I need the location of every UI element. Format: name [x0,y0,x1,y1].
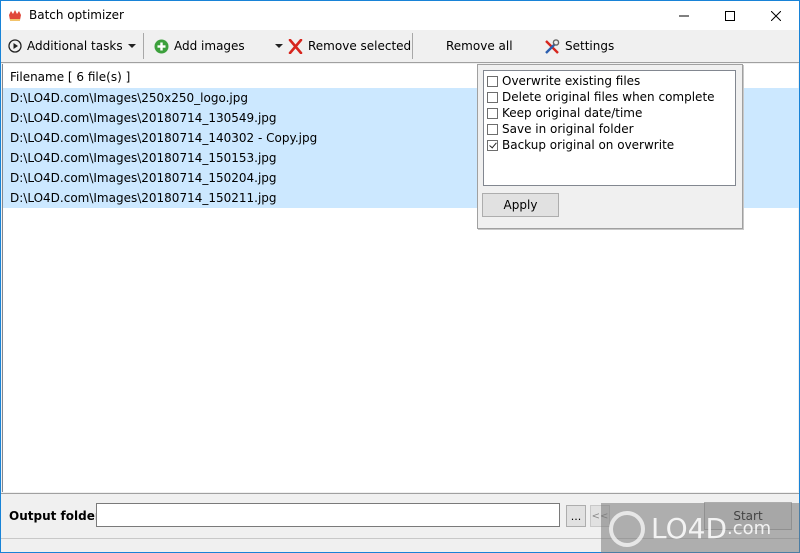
option-label: Delete original files when complete [502,90,715,104]
close-icon [771,10,781,21]
column-header-filename[interactable]: Filename [ 6 file(s) ] [10,70,130,84]
apply-button[interactable]: Apply [482,193,559,217]
browse-button[interactable]: ... [566,505,586,527]
checkbox[interactable] [487,107,498,119]
app-window: Batch optimizer Additional tasks Add ima… [0,0,800,553]
output-folder-label: Output folder: [9,509,106,523]
toolbar: Additional tasks Add images Remove selec… [1,30,799,63]
minimize-icon [679,15,689,16]
remove-x-icon [288,38,303,54]
app-icon [8,9,22,22]
remove-selected-button[interactable]: Remove selected [288,34,411,58]
output-folder-input[interactable] [96,503,560,527]
settings-button[interactable]: Settings [544,34,614,58]
watermark-text: LO4D [651,512,728,545]
add-images-dropdown[interactable] [275,34,283,58]
option-label: Keep original date/time [502,106,643,120]
title-bar: Batch optimizer [1,1,799,30]
option-label: Overwrite existing files [502,74,641,88]
additional-tasks-label: Additional tasks [27,39,123,53]
watermark-suffix: .com [727,518,772,539]
close-button[interactable] [753,1,799,30]
watermark-logo-icon [609,510,645,547]
add-images-button[interactable]: Add images [154,34,245,58]
additional-tasks-button[interactable]: Additional tasks [8,34,123,58]
chevron-down-icon [128,43,136,48]
option-label: Backup original on overwrite [502,138,675,152]
settings-popup: Overwrite existing files Delete original… [477,64,743,229]
option-keep-date-time[interactable]: Keep original date/time [487,105,642,121]
checkbox[interactable] [487,91,498,103]
maximize-button[interactable] [707,1,753,30]
option-overwrite-existing[interactable]: Overwrite existing files [487,73,640,89]
settings-label: Settings [565,39,615,53]
option-backup-original[interactable]: Backup original on overwrite [487,137,674,153]
checkbox[interactable] [487,75,498,87]
remove-all-label: Remove all [446,39,513,53]
window-title: Batch optimizer [29,8,124,22]
minimize-button[interactable] [661,1,707,30]
chevron-down-icon [275,43,283,48]
additional-tasks-dropdown[interactable] [128,34,136,58]
toolbar-separator [143,33,144,59]
settings-options-list: Overwrite existing files Delete original… [483,70,736,186]
remove-all-button[interactable]: Remove all [446,34,513,58]
tools-icon [544,38,560,54]
toolbar-separator [412,33,413,59]
remove-selected-label: Remove selected [308,39,412,53]
maximize-icon [725,10,735,21]
checkbox-checked[interactable] [487,139,498,151]
watermark: LO4D .com [601,503,800,553]
option-label: Save in original folder [502,122,634,136]
checkbox[interactable] [487,123,498,135]
add-images-label: Add images [174,39,245,53]
play-circle-icon [8,39,22,53]
option-save-original-folder[interactable]: Save in original folder [487,121,634,137]
option-delete-original[interactable]: Delete original files when complete [487,89,715,105]
add-icon [154,39,169,54]
